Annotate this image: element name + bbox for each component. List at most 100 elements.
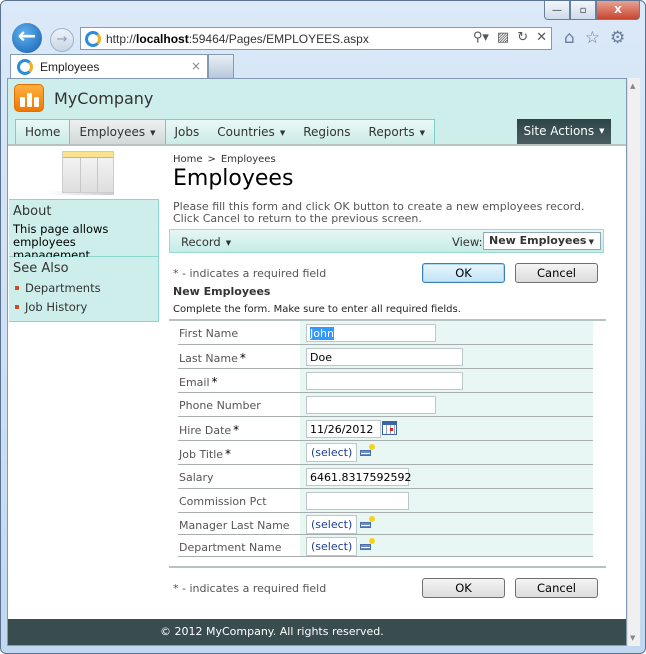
phone-number-input[interactable] (306, 396, 436, 414)
salary-label: Salary (179, 471, 214, 484)
caret-down-icon: ▼ (588, 238, 594, 246)
stop-icon[interactable]: ✕ (536, 30, 547, 45)
menu-item-jobs[interactable]: Jobs (166, 120, 209, 145)
back-button[interactable]: ← (10, 21, 44, 55)
site-name[interactable]: MyCompany (54, 89, 153, 108)
field-row-email: Email * (178, 369, 593, 393)
job-title-lookup[interactable]: (select) (306, 443, 358, 462)
field-row-job-title: Job Title * (select) (178, 441, 593, 465)
salary-input[interactable]: 6461.8317592592 (306, 468, 411, 486)
maximize-button[interactable]: ▫ (570, 1, 596, 20)
site-actions-button[interactable]: Site Actions ▼ (517, 119, 611, 145)
url-text: http://localhost:59464/Pages/EMPLOYEES.a… (106, 31, 369, 46)
refresh-icon[interactable]: ↻ (517, 30, 528, 45)
field-row-hire-date: Hire Date * 11/26/2012 (178, 417, 593, 441)
about-title: About (13, 204, 52, 219)
arrow-right-icon: → (56, 32, 68, 47)
commission-pct-input[interactable] (306, 492, 409, 510)
about-text: This page allows employees management. (13, 222, 109, 262)
field-row-first-name: First Name John (178, 321, 593, 345)
view-selector[interactable]: New Employees ▼ (483, 232, 601, 250)
new-item-icon[interactable] (360, 516, 375, 528)
copyright-text: © 2012 MyCompany. All rights reserved. (160, 625, 384, 638)
caret-down-icon: ▼ (225, 238, 232, 247)
employee-form: First Name John Last Name * Doe Email * Ph… (178, 321, 593, 557)
menu-item-employees[interactable]: Employees ▼ (69, 120, 166, 145)
menu-item-countries[interactable]: Countries ▼ (208, 120, 294, 145)
first-name-input[interactable]: John (306, 324, 436, 342)
department-name-lookup[interactable]: (select) (306, 537, 358, 556)
page-viewport: MyCompany Home Employees ▼ Jobs Countries… (7, 78, 627, 646)
breadcrumb-home[interactable]: Home (173, 154, 203, 165)
site-header: MyCompany Home Employees ▼ Jobs Countries… (8, 79, 626, 145)
forward-button[interactable]: → (50, 28, 74, 52)
favorites-star-icon[interactable]: ☆ (585, 28, 600, 48)
manager-last-name-lookup[interactable]: (select) (306, 515, 358, 534)
first-name-label: First Name (179, 327, 239, 340)
hire-date-input[interactable]: 11/26/2012 (306, 420, 381, 438)
search-icon[interactable]: ⚲▾ (473, 30, 489, 45)
ie-page-icon (85, 30, 101, 47)
scroll-up-icon[interactable]: ▲ (630, 82, 635, 90)
field-row-manager-last-name: Manager Last Name (select) (178, 513, 593, 535)
menu-item-home[interactable]: Home (16, 120, 69, 145)
see-also-title: See Also (13, 261, 69, 276)
company-logo-icon[interactable] (14, 84, 44, 112)
calendar-icon[interactable] (382, 421, 397, 435)
browser-tab-employees[interactable]: Employees × (10, 54, 208, 78)
tab-title: Employees (40, 59, 100, 74)
address-bar[interactable]: http://localhost:59464/Pages/EMPLOYEES.a… (80, 27, 552, 50)
field-row-phone-number: Phone Number (178, 393, 593, 417)
compatibility-view-icon[interactable]: ▨ (497, 30, 509, 45)
field-row-commission-pct: Commission Pct (178, 489, 593, 513)
action-bar: Record ▼ View: New Employees ▼ (169, 229, 604, 253)
minimize-button[interactable]: — (544, 1, 570, 20)
form-bottom-divider (169, 566, 606, 568)
new-item-icon[interactable] (360, 538, 375, 550)
phone-number-label: Phone Number (179, 399, 261, 412)
last-name-label: Last Name * (179, 351, 246, 365)
hire-date-label: Hire Date * (179, 423, 240, 437)
caret-down-icon: ▼ (419, 128, 425, 137)
cancel-button-top[interactable]: Cancel (515, 263, 598, 283)
email-input[interactable] (306, 372, 463, 390)
bullet-icon (15, 305, 19, 309)
new-item-icon[interactable] (360, 444, 375, 456)
vertical-scrollbar[interactable]: ▲ ▼ (627, 78, 640, 646)
last-name-input[interactable]: Doe (306, 348, 463, 366)
record-menu[interactable]: Record ▼ (181, 235, 231, 249)
caret-down-icon: ▼ (150, 128, 156, 137)
new-tab-button[interactable] (208, 54, 234, 78)
home-icon[interactable]: ⌂ (564, 28, 575, 48)
about-panel: About This page allows employees manageme… (9, 199, 159, 262)
form-description: Complete the form. Make sure to enter al… (173, 304, 461, 315)
header-divider (8, 144, 626, 146)
link-departments[interactable]: Departments (9, 276, 158, 295)
see-also-panel: See Also Departments Job History (9, 257, 159, 322)
manager-last-name-label: Manager Last Name (179, 519, 290, 532)
scroll-down-icon[interactable]: ▼ (630, 634, 635, 642)
view-label: View: (452, 235, 483, 249)
commission-pct-label: Commission Pct (179, 495, 267, 508)
cancel-button-bottom[interactable]: Cancel (515, 578, 598, 598)
breadcrumb: Home > Employees (173, 154, 276, 165)
page-title: Employees (173, 166, 294, 191)
ok-button-top[interactable]: OK (422, 263, 505, 283)
breadcrumb-current: Employees (220, 154, 276, 165)
required-note-bottom: * - indicates a required field (173, 582, 327, 595)
close-window-button[interactable]: X (596, 1, 640, 20)
menu-item-regions[interactable]: Regions (294, 120, 359, 145)
field-row-department-name: Department Name (select) (178, 535, 593, 557)
field-row-last-name: Last Name * Doe (178, 345, 593, 369)
tab-close-icon[interactable]: × (191, 59, 201, 73)
menu-item-reports[interactable]: Reports ▼ (360, 120, 434, 145)
page-description: Please fill this form and click OK butto… (173, 200, 585, 225)
gear-icon[interactable]: ⚙ (610, 28, 625, 48)
caret-down-icon: ▼ (279, 128, 286, 137)
ie-tab-icon (17, 58, 33, 75)
required-note-top: * - indicates a required field (173, 267, 327, 280)
form-title: New Employees (173, 285, 271, 298)
link-job-history[interactable]: Job History (9, 295, 158, 314)
ok-button-bottom[interactable]: OK (422, 578, 505, 598)
caret-down-icon: ▼ (599, 127, 605, 135)
